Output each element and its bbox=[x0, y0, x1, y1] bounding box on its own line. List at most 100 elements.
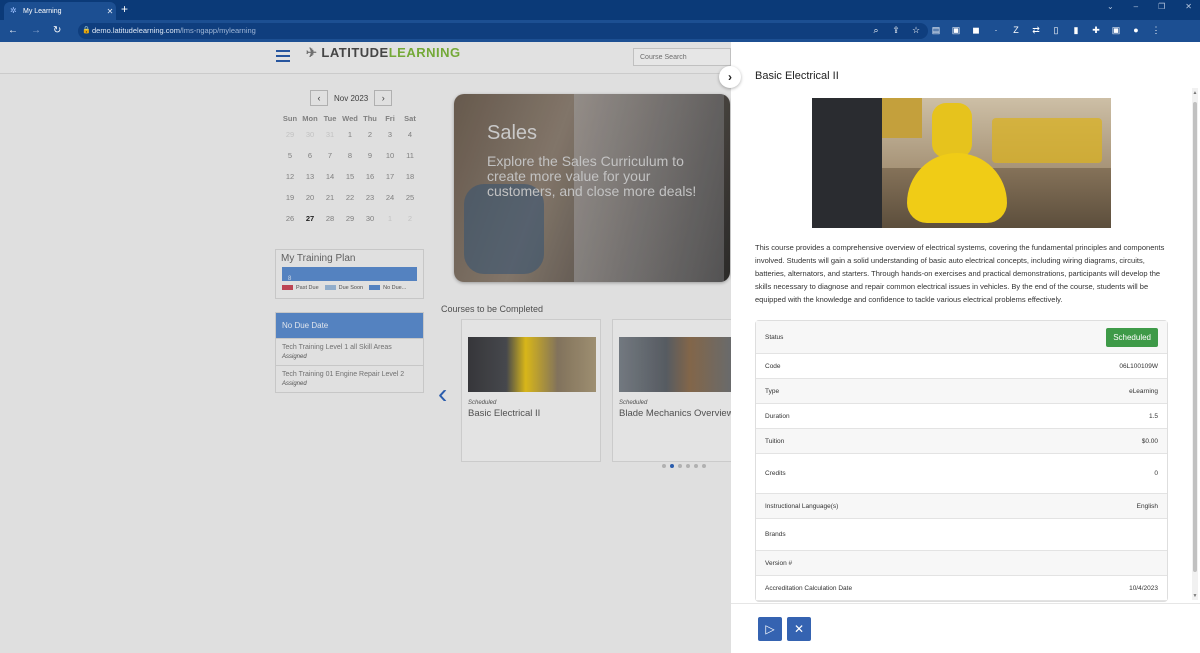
carousel-dot[interactable] bbox=[678, 464, 682, 468]
calendar-day[interactable]: 4 bbox=[400, 130, 420, 139]
calendar-day[interactable]: 21 bbox=[320, 193, 340, 202]
extension-icon[interactable]: ▤ bbox=[930, 24, 942, 36]
calendar-day[interactable]: 29 bbox=[280, 130, 300, 139]
calendar-day[interactable]: 2 bbox=[400, 214, 420, 223]
calendar-day[interactable]: 29 bbox=[340, 214, 360, 223]
share-icon[interactable]: ⇪ bbox=[890, 24, 902, 36]
course-search-input[interactable] bbox=[633, 48, 731, 66]
calendar-day[interactable]: 31 bbox=[320, 130, 340, 139]
calendar-day[interactable]: 8 bbox=[340, 151, 360, 160]
reload-icon[interactable]: ↻ bbox=[53, 24, 61, 38]
calendar-day[interactable]: 28 bbox=[320, 214, 340, 223]
property-value: 0 bbox=[1154, 470, 1158, 477]
calendar-day[interactable]: 10 bbox=[380, 151, 400, 160]
address-bar-row: ← → ↻ 🔒 demo.latitudelearning.com/lms-ng… bbox=[0, 20, 1200, 42]
bookmark-star-icon[interactable]: ☆ bbox=[910, 24, 922, 36]
list-item[interactable]: Tech Training 01 Engine Repair Level 2 A… bbox=[276, 365, 423, 392]
carousel-dot[interactable] bbox=[702, 464, 706, 468]
hamburger-menu-icon[interactable] bbox=[276, 50, 290, 62]
launch-course-button[interactable]: ▷ bbox=[758, 617, 782, 641]
calendar-day[interactable]: 11 bbox=[400, 151, 420, 160]
banner-title: Sales bbox=[487, 122, 538, 144]
calendar-day[interactable]: 16 bbox=[360, 172, 380, 181]
sales-banner[interactable]: Sales Explore the Sales Curriculum to cr… bbox=[454, 94, 730, 282]
browser-tab[interactable]: ✲ My Learning ✕ bbox=[4, 2, 116, 20]
url-field[interactable]: 🔒 demo.latitudelearning.com/lms-ngapp/my… bbox=[78, 23, 928, 39]
menu-kebab-icon[interactable]: ⋮ bbox=[1150, 24, 1162, 36]
carousel-dot[interactable] bbox=[694, 464, 698, 468]
property-row-brands: Brands bbox=[756, 519, 1167, 551]
scroll-down-icon[interactable]: ▼ bbox=[1192, 593, 1198, 599]
calendar-day[interactable]: 30 bbox=[300, 130, 320, 139]
close-panel-button[interactable]: ✕ bbox=[787, 617, 811, 641]
no-due-date-title: No Due Date bbox=[276, 313, 423, 338]
scroll-thumb[interactable] bbox=[1193, 102, 1197, 572]
calendar-day[interactable]: 9 bbox=[360, 151, 380, 160]
property-label: Tuition bbox=[765, 437, 785, 445]
calendar-day[interactable]: 6 bbox=[300, 151, 320, 160]
panel-collapse-chevron-icon[interactable]: › bbox=[719, 66, 741, 88]
sidebar-icon[interactable]: ▣ bbox=[1110, 24, 1122, 36]
calendar-week: 5 6 7 8 9 10 11 bbox=[280, 145, 420, 166]
forward-icon[interactable]: → bbox=[31, 24, 41, 38]
minimize-icon[interactable]: – bbox=[1134, 2, 1138, 11]
calendar-day[interactable]: 26 bbox=[280, 214, 300, 223]
carousel-dot[interactable] bbox=[686, 464, 690, 468]
calendar-day[interactable]: 24 bbox=[380, 193, 400, 202]
calendar-day[interactable]: 20 bbox=[300, 193, 320, 202]
calendar-day[interactable]: 17 bbox=[380, 172, 400, 181]
url-path: /lms-ngapp/mylearning bbox=[179, 26, 256, 35]
calendar-day-today[interactable]: 27 bbox=[300, 214, 320, 223]
calendar-day[interactable]: 30 bbox=[360, 214, 380, 223]
calendar-day[interactable]: 22 bbox=[340, 193, 360, 202]
calendar-day[interactable]: 23 bbox=[360, 193, 380, 202]
extension-icon[interactable]: ▯ bbox=[1050, 24, 1062, 36]
chevron-down-icon[interactable]: ⌄ bbox=[1107, 2, 1114, 11]
calendar-day[interactable]: 19 bbox=[280, 193, 300, 202]
translate-icon[interactable]: ⇄ bbox=[1030, 24, 1042, 36]
latitude-learning-logo[interactable]: ✈ LATITUDELEARNING bbox=[306, 45, 461, 61]
training-plan-bar[interactable]: 8 bbox=[282, 267, 417, 282]
zoom-icon[interactable]: ⌕ bbox=[870, 24, 882, 36]
property-label: Instructional Language(s) bbox=[765, 502, 839, 510]
carousel-dot[interactable] bbox=[662, 464, 666, 468]
scroll-up-icon[interactable]: ▲ bbox=[1192, 90, 1198, 96]
calendar-day[interactable]: 2 bbox=[360, 130, 380, 139]
calendar-day[interactable]: 15 bbox=[340, 172, 360, 181]
calendar-day[interactable]: 12 bbox=[280, 172, 300, 181]
puzzle-icon[interactable]: ✚ bbox=[1090, 24, 1102, 36]
back-icon[interactable]: ← bbox=[8, 24, 18, 38]
calendar-day[interactable]: 1 bbox=[380, 214, 400, 223]
carousel-prev-icon[interactable]: ‹ bbox=[438, 380, 447, 408]
toolbar-icons: ⌕ ⇪ ☆ ▤ ▣ ◼ · Z ⇄ ▯ ▮ ✚ ▣ ● ⋮ bbox=[870, 24, 1162, 36]
new-tab-button[interactable]: + bbox=[121, 3, 128, 15]
extension-icon[interactable]: ▮ bbox=[1070, 24, 1082, 36]
extension-icon[interactable]: ▣ bbox=[950, 24, 962, 36]
calendar-day[interactable]: 7 bbox=[320, 151, 340, 160]
panel-scrollbar[interactable]: ▲ ▼ bbox=[1192, 88, 1198, 600]
tab-title: My Learning bbox=[23, 7, 62, 15]
calendar-day[interactable]: 1 bbox=[340, 130, 360, 139]
course-card[interactable]: Scheduled Basic Electrical II bbox=[461, 319, 601, 462]
tab-close-icon[interactable]: ✕ bbox=[104, 7, 116, 16]
calendar-day[interactable]: 5 bbox=[280, 151, 300, 160]
calendar-prev-button[interactable]: ‹ bbox=[310, 90, 328, 106]
course-card[interactable]: Scheduled Blade Mechanics Overview bbox=[612, 319, 731, 462]
restore-icon[interactable]: ❐ bbox=[1158, 2, 1165, 11]
list-item[interactable]: Tech Training Level 1 all Skill Areas As… bbox=[276, 338, 423, 365]
extension-icon[interactable]: Z bbox=[1010, 24, 1022, 36]
calendar-next-button[interactable]: › bbox=[374, 90, 393, 106]
close-window-icon[interactable]: ✕ bbox=[1185, 2, 1192, 11]
calendar-day[interactable]: 13 bbox=[300, 172, 320, 181]
property-label: Type bbox=[765, 387, 780, 395]
calendar-day[interactable]: 25 bbox=[400, 193, 420, 202]
calendar-week: 29 30 31 1 2 3 4 bbox=[280, 124, 420, 145]
extension-icon[interactable]: ◼ bbox=[970, 24, 982, 36]
calendar-day[interactable]: 14 bbox=[320, 172, 340, 181]
calendar-day[interactable]: 3 bbox=[380, 130, 400, 139]
calendar-day[interactable]: 18 bbox=[400, 172, 420, 181]
carousel-dot-active[interactable] bbox=[670, 464, 674, 468]
profile-avatar-icon[interactable]: ● bbox=[1130, 24, 1142, 36]
extension-icon[interactable]: · bbox=[990, 24, 1002, 36]
browser-tab-bar: ✲ My Learning ✕ + ⌄ – ❐ ✕ bbox=[0, 0, 1200, 20]
